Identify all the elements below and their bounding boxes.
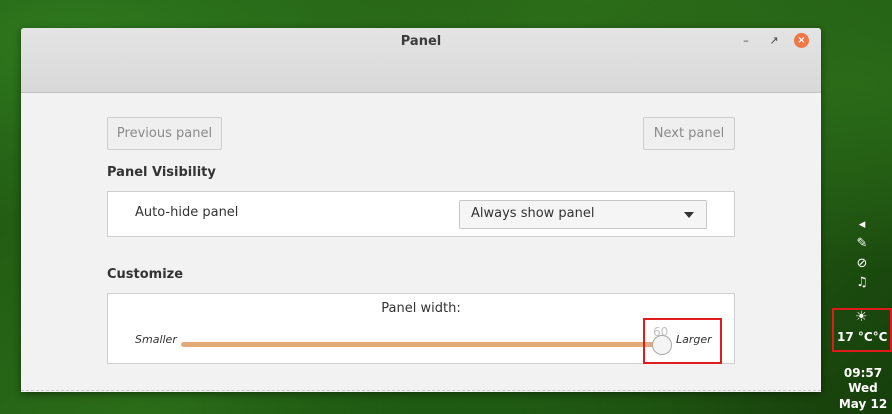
auto-hide-dropdown[interactable]: Always show panel [459,200,707,229]
panel-visibility-heading: Panel Visibility [107,165,216,180]
panel-visibility-frame: Auto-hide panel Always show panel [107,191,735,237]
content-divider [21,390,821,391]
network-icon[interactable]: ✎ [852,236,872,251]
next-panel-button[interactable]: Next panel [643,117,735,150]
dropdown-arrow-icon [684,212,694,218]
window-titlebar[interactable]: Panel – ↗ × [21,28,821,93]
weather-highlight-box [832,308,892,352]
close-button[interactable]: × [794,33,809,48]
paperclip-icon[interactable]: ⊘ [852,256,872,271]
slider-smaller-label: Smaller [135,333,177,346]
panel-width-slider-track[interactable] [181,342,665,347]
window-title: Panel [400,34,442,49]
clock-day[interactable]: Wed [828,381,892,395]
customize-heading: Customize [107,267,184,282]
music-icon[interactable]: ♫ [852,275,872,290]
chevron-left-icon[interactable]: ◂ [852,217,872,232]
auto-hide-label: Auto-hide panel [135,205,239,220]
clock-date[interactable]: May 12 [828,397,892,411]
customize-frame: Panel width: Smaller 60 Larger [107,293,735,364]
maximize-button[interactable]: ↗ [765,32,783,50]
auto-hide-selected-value: Always show panel [471,206,595,221]
panel-width-label: Panel width: [381,301,461,316]
minimize-button[interactable]: – [737,32,755,50]
previous-panel-button[interactable]: Previous panel [107,117,222,150]
slider-highlight-box [643,318,722,364]
clock-time[interactable]: 09:57 [828,366,892,380]
